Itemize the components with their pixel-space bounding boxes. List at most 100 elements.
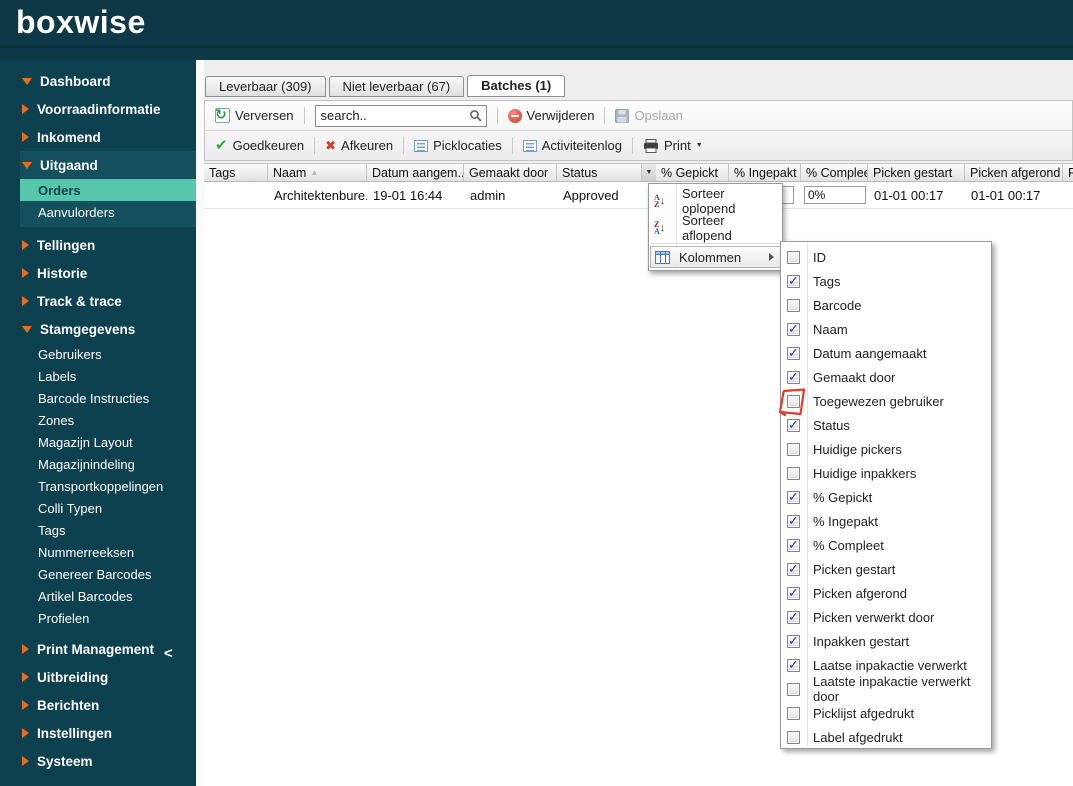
column-option-huidige-pickers[interactable]: ✓ Huidige pickers	[781, 437, 991, 461]
column-header-picken-afgerond[interactable]: Picken afgerond	[965, 164, 1063, 181]
sidebar-item-berichten[interactable]: Berichten	[0, 691, 196, 719]
column-menu-trigger[interactable]: ▼	[641, 164, 656, 181]
sidebar-item-historie[interactable]: Historie	[0, 259, 196, 287]
column-option-inpakken-gestart[interactable]: ✓ Inpakken gestart	[781, 629, 991, 653]
checkbox[interactable]: ✓	[787, 585, 800, 600]
checkbox[interactable]: ✓	[787, 250, 800, 264]
sidebar-item-barcode-instructies[interactable]: Barcode Instructies	[0, 387, 196, 409]
column-option-picken-verwerkt-door[interactable]: ✓ Picken verwerkt door	[781, 605, 991, 629]
sidebar-item-print-management[interactable]: Print Management <	[0, 635, 196, 663]
menu-item-sort-descending[interactable]: Z A ↓ Sorteer aflopend	[650, 213, 781, 243]
sidebar-item-voorraadinformatie[interactable]: Voorraadinformatie	[0, 95, 196, 123]
refresh-button[interactable]: ↻ Verversen	[215, 106, 294, 123]
sidebar-item-gebruikers[interactable]: Gebruikers	[0, 343, 196, 365]
checkbox[interactable]: ✓	[787, 369, 800, 384]
menu-item-kolommen[interactable]: Kolommen	[650, 246, 781, 268]
sidebar-item-inkomend[interactable]: Inkomend	[0, 123, 196, 151]
checkbox[interactable]: ✓	[787, 489, 800, 504]
sidebar-item-magazijnindeling[interactable]: Magazijnindeling	[0, 453, 196, 475]
sidebar-item-tellingen[interactable]: Tellingen	[0, 231, 196, 259]
column-header-picken-gestart[interactable]: Picken gestart	[868, 164, 965, 181]
checkbox[interactable]: ✓	[787, 730, 800, 744]
checkbox[interactable]: ✓	[787, 561, 800, 576]
column-option-huidige-inpakkers[interactable]: ✓ Huidige inpakkers	[781, 461, 991, 485]
column-option-gepickt[interactable]: ✓ % Gepickt	[781, 485, 991, 509]
sidebar-item-colli-typen[interactable]: Colli Typen	[0, 497, 196, 519]
column-option-picklijst-afgedrukt[interactable]: ✓ Picklijst afgedrukt	[781, 701, 991, 725]
checkbox[interactable]: ✓	[787, 537, 800, 552]
column-header-compleet[interactable]: % Compleet	[801, 164, 868, 181]
column-option-ingepakt[interactable]: ✓ % Ingepakt	[781, 509, 991, 533]
column-header-picken-verwerkt[interactable]: Picken verwerkt door	[1063, 164, 1073, 181]
search-icon[interactable]	[466, 109, 486, 122]
sidebar-item-uitbreiding[interactable]: Uitbreiding	[0, 663, 196, 691]
approve-button[interactable]: ✔ Goedkeuren	[215, 138, 304, 153]
column-header-gepickt[interactable]: % Gepickt	[656, 164, 729, 181]
column-option-compleet[interactable]: ✓ % Compleet	[781, 533, 991, 557]
table-row[interactable]: Architektenbure... 19-01 16:44 admin App…	[204, 182, 1073, 209]
checkbox[interactable]: ✓	[787, 442, 800, 456]
sidebar-item-labels[interactable]: Labels	[0, 365, 196, 387]
column-header-gemaakt-door[interactable]: Gemaakt door	[464, 164, 557, 181]
sidebar-item-magazijn-layout[interactable]: Magazijn Layout	[0, 431, 196, 453]
checkbox[interactable]: ✓	[787, 321, 800, 336]
checkbox[interactable]: ✓	[787, 273, 800, 288]
sidebar-item-track-trace[interactable]: Track & trace	[0, 287, 196, 315]
tab-batches[interactable]: Batches (1)	[467, 75, 566, 97]
sidebar-item-transportkoppelingen[interactable]: Transportkoppelingen	[0, 475, 196, 497]
sidebar-item-tags[interactable]: Tags	[0, 519, 196, 541]
checkbox[interactable]: ✓	[787, 345, 800, 360]
tab-leverbaar[interactable]: Leverbaar (309)	[205, 76, 326, 97]
column-option-laatste-inpakactie-verwerkt-door[interactable]: ✓ Laatste inpakactie verwerkt door	[781, 674, 991, 704]
print-button[interactable]: Print ▼	[643, 138, 703, 153]
column-option-status[interactable]: ✓ Status	[781, 413, 991, 437]
reject-button[interactable]: ✖ Afkeuren	[325, 138, 393, 153]
sidebar-item-instellingen[interactable]: Instellingen	[0, 719, 196, 747]
checkbox[interactable]: ✓	[787, 394, 800, 408]
column-header-ingepakt[interactable]: % Ingepakt	[729, 164, 801, 181]
checkbox[interactable]: ✓	[787, 298, 800, 312]
column-option-id[interactable]: ✓ ID	[781, 245, 991, 269]
column-header-naam[interactable]: Naam ▲	[268, 164, 367, 181]
tab-niet-leverbaar[interactable]: Niet leverbaar (67)	[328, 76, 465, 97]
checkbox[interactable]: ✓	[787, 609, 800, 624]
sidebar-item-nummerreeksen[interactable]: Nummerreeksen	[0, 541, 196, 563]
delete-button[interactable]: Verwijderen	[507, 108, 594, 123]
checkbox[interactable]: ✓	[787, 682, 800, 696]
sidebar-item-artikel-barcodes[interactable]: Artikel Barcodes	[0, 585, 196, 607]
sidebar-item-aanvulorders[interactable]: Aanvulorders	[20, 201, 196, 223]
column-option-gemaakt-door[interactable]: ✓ Gemaakt door	[781, 365, 991, 389]
column-header-datum[interactable]: Datum aangem...	[367, 164, 464, 181]
checkbox[interactable]: ✓	[787, 513, 800, 528]
picklocaties-button[interactable]: Picklocaties	[414, 138, 502, 153]
sidebar: Dashboard Voorraadinformatie Inkomend Ui…	[0, 60, 196, 786]
column-option-datum-aangemaakt[interactable]: ✓ Datum aangemaakt	[781, 341, 991, 365]
search-input[interactable]	[315, 108, 466, 123]
checkbox[interactable]: ✓	[787, 466, 800, 480]
sidebar-item-orders[interactable]: Orders	[20, 179, 196, 201]
sidebar-collapse-chevron-icon[interactable]: <	[164, 645, 173, 662]
column-option-naam[interactable]: ✓ Naam	[781, 317, 991, 341]
checkbox[interactable]: ✓	[787, 706, 800, 720]
column-option-picken-gestart[interactable]: ✓ Picken gestart	[781, 557, 991, 581]
checkbox[interactable]: ✓	[787, 633, 800, 648]
column-header-tags[interactable]: Tags	[204, 164, 268, 181]
column-option-picken-afgerond[interactable]: ✓ Picken afgerond	[781, 581, 991, 605]
sidebar-item-genereer-barcodes[interactable]: Genereer Barcodes	[0, 563, 196, 585]
checkbox[interactable]: ✓	[787, 417, 800, 432]
sidebar-item-stamgegevens[interactable]: Stamgegevens	[0, 315, 196, 343]
sidebar-item-uitgaand[interactable]: Uitgaand	[20, 151, 196, 179]
activity-log-button[interactable]: Activiteitenlog	[522, 138, 622, 153]
sidebar-item-zones[interactable]: Zones	[0, 409, 196, 431]
menu-item-sort-ascending[interactable]: A Z ↓ Sorteer oplopend	[650, 186, 781, 216]
column-option-label-afgedrukt[interactable]: ✓ Label afgedrukt	[781, 725, 991, 749]
column-option-barcode[interactable]: ✓ Barcode	[781, 293, 991, 317]
sidebar-item-dashboard[interactable]: Dashboard	[0, 67, 196, 95]
column-header-status[interactable]: Status	[557, 164, 641, 181]
sidebar-item-profielen[interactable]: Profielen	[0, 607, 196, 629]
sidebar-item-systeem[interactable]: Systeem	[0, 747, 196, 775]
save-button[interactable]: Opslaan	[615, 108, 683, 123]
column-option-toegewezen-gebruiker[interactable]: ✓ Toegewezen gebruiker	[781, 389, 991, 413]
checkbox[interactable]: ✓	[787, 657, 800, 672]
column-option-tags[interactable]: ✓ Tags	[781, 269, 991, 293]
